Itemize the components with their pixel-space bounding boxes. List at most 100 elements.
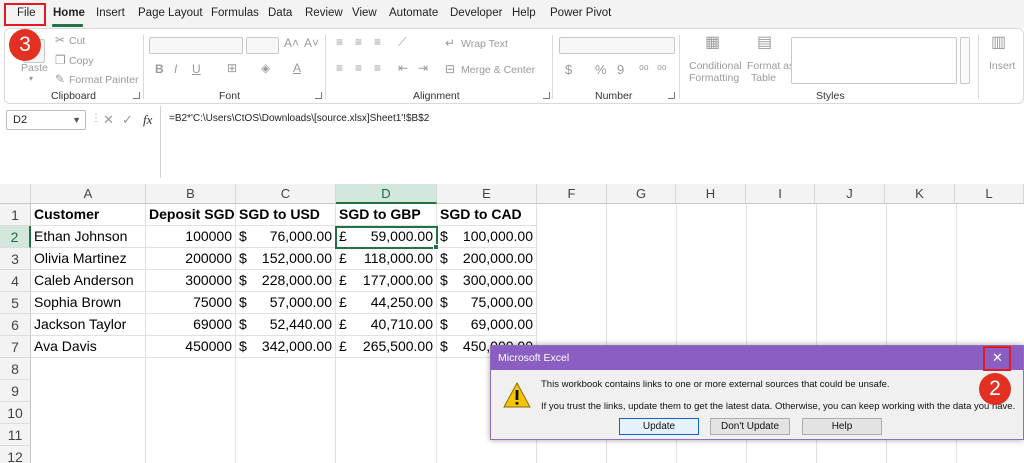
tab-page-layout[interactable]: Page Layout: [138, 7, 203, 23]
cell-c7[interactable]: $342,000.00: [236, 336, 336, 358]
name-box[interactable]: D2 ▼: [6, 110, 86, 130]
align-top-icon[interactable]: ≡: [336, 36, 343, 48]
decrease-indent-icon[interactable]: ⇤: [398, 62, 408, 74]
row-header[interactable]: 6: [0, 314, 31, 336]
font-launcher-icon[interactable]: [315, 92, 322, 99]
cell-c1[interactable]: SGD to USD: [236, 204, 336, 226]
cut-button[interactable]: Cut: [69, 35, 85, 47]
formula-input[interactable]: =B2*'C:\Users\CtOS\Downloads\[source.xls…: [160, 106, 1024, 178]
format-as-table-label-2[interactable]: Table: [751, 72, 776, 84]
cell-a3[interactable]: Olivia Martinez: [31, 248, 146, 270]
tab-home[interactable]: Home: [53, 7, 85, 23]
row-header[interactable]: 11: [0, 424, 31, 446]
cell-a2[interactable]: Ethan Johnson: [31, 226, 146, 248]
borders-icon[interactable]: ⊞: [227, 62, 237, 74]
cell-d4[interactable]: £177,000.00: [336, 270, 437, 292]
dialog-titlebar[interactable]: Microsoft Excel ✕: [491, 346, 1023, 371]
italic-button[interactable]: I: [174, 63, 177, 75]
cell-b4[interactable]: 300000: [146, 270, 236, 292]
tab-formulas[interactable]: Formulas: [211, 7, 259, 23]
cell-d5[interactable]: £44,250.00: [336, 292, 437, 314]
font-color-icon[interactable]: A: [293, 62, 301, 74]
cell-d7[interactable]: £265,500.00: [336, 336, 437, 358]
cell-b1[interactable]: Deposit SGD: [146, 204, 236, 226]
tab-automate[interactable]: Automate: [389, 7, 438, 23]
cell-c6[interactable]: $52,440.00: [236, 314, 336, 336]
number-format-dropdown[interactable]: [559, 37, 675, 54]
row-header[interactable]: 4: [0, 270, 31, 292]
row-header[interactable]: 9: [0, 380, 31, 402]
row-header[interactable]: 12: [0, 446, 31, 463]
column-header-b[interactable]: B: [146, 184, 236, 204]
format-painter-button[interactable]: Format Painter: [69, 74, 138, 86]
update-button[interactable]: Update: [619, 418, 699, 435]
increase-decimal-icon[interactable]: ⁰⁰: [639, 64, 649, 76]
column-header-d[interactable]: D: [336, 184, 437, 204]
cell-a5[interactable]: Sophia Brown: [31, 292, 146, 314]
tab-power-pivot[interactable]: Power Pivot: [550, 7, 611, 23]
row-header[interactable]: 7: [0, 336, 31, 358]
row-header[interactable]: 8: [0, 358, 31, 380]
column-header-l[interactable]: L: [955, 184, 1024, 204]
cell-a4[interactable]: Caleb Anderson: [31, 270, 146, 292]
tab-review[interactable]: Review: [305, 7, 343, 23]
decrease-font-size-icon[interactable]: A˅: [304, 37, 319, 49]
alignment-launcher-icon[interactable]: [543, 92, 550, 99]
column-header-k[interactable]: K: [885, 184, 955, 204]
percent-style-button[interactable]: %: [595, 63, 607, 76]
cancel-icon[interactable]: ✕: [103, 112, 114, 128]
cell-styles-gallery[interactable]: [791, 37, 957, 84]
column-header-a[interactable]: A: [31, 184, 146, 204]
cell-b6[interactable]: 69000: [146, 314, 236, 336]
row-header[interactable]: 1: [0, 204, 31, 226]
increase-font-size-icon[interactable]: A˄: [284, 37, 299, 49]
select-all-corner[interactable]: [0, 184, 31, 204]
cell-a1[interactable]: Customer: [31, 204, 146, 226]
cell-e3[interactable]: $200,000.00: [437, 248, 537, 270]
insert-function-button[interactable]: fx: [143, 112, 152, 128]
column-header-f[interactable]: F: [537, 184, 607, 204]
cell-b7[interactable]: 450000: [146, 336, 236, 358]
align-middle-icon[interactable]: ≡: [355, 36, 362, 48]
column-header-h[interactable]: H: [676, 184, 746, 204]
cell-a6[interactable]: Jackson Taylor: [31, 314, 146, 336]
row-header[interactable]: 5: [0, 292, 31, 314]
cell-c2[interactable]: $76,000.00: [236, 226, 336, 248]
orientation-icon[interactable]: ⟋: [398, 36, 406, 48]
fill-color-icon[interactable]: ◈: [261, 62, 270, 74]
insert-cells-button[interactable]: Insert: [989, 60, 1015, 72]
cell-e2[interactable]: $100,000.00: [437, 226, 537, 248]
tab-developer[interactable]: Developer: [450, 7, 502, 23]
paste-button[interactable]: Paste: [21, 62, 48, 74]
clipboard-launcher-icon[interactable]: [133, 92, 140, 99]
tab-view[interactable]: View: [352, 7, 377, 23]
row-header[interactable]: 2: [0, 226, 31, 248]
decrease-decimal-icon[interactable]: ⁰⁰: [657, 64, 667, 76]
row-header[interactable]: 10: [0, 402, 31, 424]
format-as-table-label[interactable]: Format as: [747, 60, 794, 72]
cell-c4[interactable]: $228,000.00: [236, 270, 336, 292]
merge-center-button[interactable]: Merge & Center: [461, 64, 535, 76]
align-left-icon[interactable]: ≡: [336, 62, 343, 74]
column-header-i[interactable]: I: [746, 184, 815, 204]
enter-icon[interactable]: ✓: [122, 112, 133, 128]
tab-data[interactable]: Data: [268, 7, 292, 23]
bold-button[interactable]: B: [155, 63, 164, 75]
cell-e1[interactable]: SGD to CAD: [437, 204, 537, 226]
font-name-dropdown[interactable]: [149, 37, 243, 54]
underline-button[interactable]: U: [192, 63, 201, 75]
cell-d1[interactable]: SGD to GBP: [336, 204, 437, 226]
cell-b2[interactable]: 100000: [146, 226, 236, 248]
tab-help[interactable]: Help: [512, 7, 536, 23]
column-header-c[interactable]: C: [236, 184, 336, 204]
comma-style-button[interactable]: 9: [617, 63, 624, 76]
cell-a7[interactable]: Ava Davis: [31, 336, 146, 358]
cell-e6[interactable]: $69,000.00: [437, 314, 537, 336]
dont-update-button[interactable]: Don't Update: [710, 418, 790, 435]
wrap-text-button[interactable]: Wrap Text: [461, 38, 508, 50]
tab-insert[interactable]: Insert: [96, 7, 125, 23]
row-header[interactable]: 3: [0, 248, 31, 270]
cell-d2[interactable]: £59,000.00: [336, 226, 437, 248]
column-header-e[interactable]: E: [437, 184, 537, 204]
cell-c5[interactable]: $57,000.00: [236, 292, 336, 314]
